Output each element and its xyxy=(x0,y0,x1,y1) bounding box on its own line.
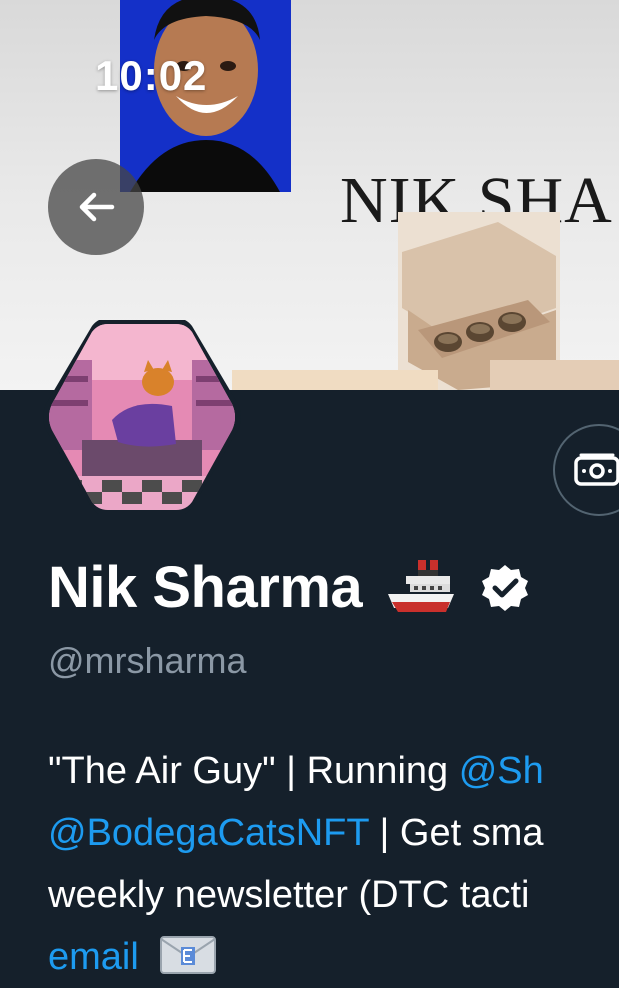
tip-button[interactable] xyxy=(553,424,619,516)
bio-email-link[interactable]: email xyxy=(48,936,139,978)
profile-bio: "The Air Guy" | Running @Sh @BodegaCatsN… xyxy=(48,740,619,988)
ship-emoji-icon xyxy=(388,559,456,616)
envelope-email-icon xyxy=(159,932,217,988)
profile-avatar[interactable] xyxy=(42,318,242,516)
bio-line-2: @BodegaCatsNFT | Get sma xyxy=(48,802,619,864)
status-bar-time: 10:02 xyxy=(95,52,208,99)
bio-line-1: "The Air Guy" | Running @Sh xyxy=(48,740,619,802)
profile-name: Nik Sharma xyxy=(48,555,363,620)
money-icon xyxy=(574,453,619,486)
profile-handle: @mrsharma xyxy=(48,640,247,681)
banner-decor-block xyxy=(490,360,619,390)
bio-text: | Get sma xyxy=(368,812,544,854)
bio-text: weekly newsletter (DTC tacti xyxy=(48,874,530,916)
profile-name-row: Nik Sharma xyxy=(48,554,530,621)
bio-mention-link-bodegacats[interactable]: @BodegaCatsNFT xyxy=(48,812,369,854)
bio-mention-link[interactable]: @Sh xyxy=(459,750,544,792)
bio-line-4: email xyxy=(48,926,619,988)
bio-text: "The Air Guy" | Running xyxy=(48,750,459,792)
arrow-left-icon xyxy=(79,192,115,222)
banner-decor-stripe xyxy=(232,370,438,390)
back-button[interactable] xyxy=(48,159,144,255)
verified-badge-icon xyxy=(480,563,530,613)
bio-line-3: weekly newsletter (DTC tacti xyxy=(48,864,619,926)
